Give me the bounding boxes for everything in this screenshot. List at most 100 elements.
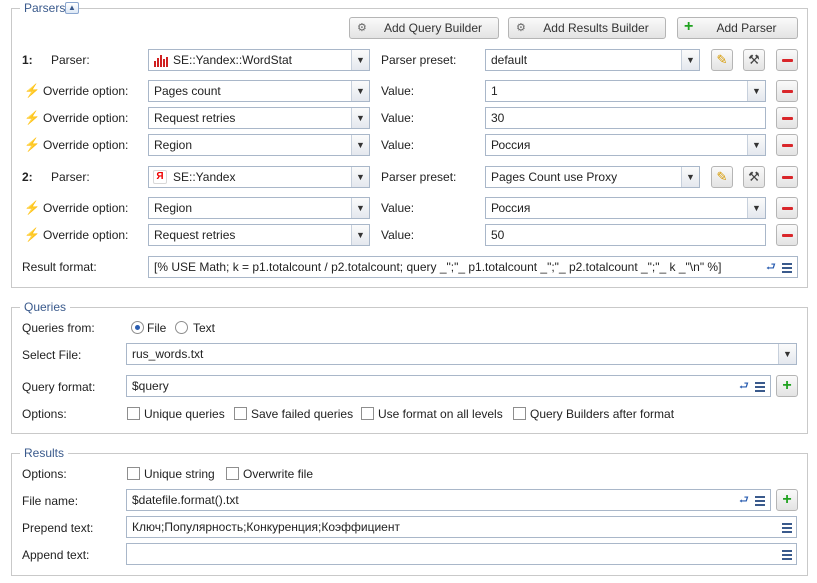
override-option-select[interactable]: Region ▼ bbox=[148, 134, 370, 156]
add-parser-button[interactable]: + Add Parser bbox=[677, 17, 798, 39]
list-icon[interactable] bbox=[779, 518, 795, 536]
chevron-down-icon[interactable]: ▼ bbox=[747, 135, 765, 155]
override-value-select[interactable]: 1 ▼ bbox=[485, 80, 766, 102]
select-file-value: rus_words.txt bbox=[132, 347, 204, 361]
override-label: Override option: bbox=[43, 84, 129, 98]
override-value-select[interactable]: Россия ▼ bbox=[485, 197, 766, 219]
wrap-icon[interactable]: ⮐ bbox=[736, 491, 752, 509]
override-value-select[interactable]: Россия ▼ bbox=[485, 134, 766, 156]
add-query-format-button[interactable]: + bbox=[776, 375, 798, 397]
query-options-label: Options: bbox=[22, 407, 67, 421]
add-query-builder-button[interactable]: ⚙ Add Query Builder bbox=[349, 17, 499, 39]
queries-from-text-radio[interactable] bbox=[175, 321, 188, 334]
prepend-text-label: Prepend text: bbox=[22, 521, 94, 535]
parser-2-preset-label: Parser preset: bbox=[381, 170, 457, 184]
queries-from-file-radio[interactable] bbox=[131, 321, 144, 334]
parser-2-preset-select[interactable]: Pages Count use Proxy ▼ bbox=[485, 166, 700, 188]
add-file-name-button[interactable]: + bbox=[776, 489, 798, 511]
query-builders-after-format-checkbox[interactable] bbox=[513, 407, 526, 420]
parser-1-select[interactable]: SE::Yandex::WordStat ▼ bbox=[148, 49, 370, 71]
remove-override-button[interactable] bbox=[776, 224, 798, 246]
overwrite-file-label: Overwrite file bbox=[243, 467, 314, 481]
remove-override-button[interactable] bbox=[776, 80, 798, 102]
query-format-input[interactable]: $query bbox=[126, 375, 771, 397]
chevron-down-icon[interactable]: ▼ bbox=[351, 225, 369, 245]
tools-icon: ⚒ bbox=[748, 52, 760, 67]
override-option-select[interactable]: Pages count ▼ bbox=[148, 80, 370, 102]
lightning-icon: ⚡ bbox=[24, 137, 41, 152]
remove-override-button[interactable] bbox=[776, 107, 798, 129]
wordstat-icon bbox=[154, 55, 168, 67]
value-label: Value: bbox=[381, 228, 415, 242]
overwrite-file-checkbox[interactable] bbox=[226, 467, 239, 480]
parser-2-label: Parser: bbox=[51, 170, 90, 184]
preset-settings-button[interactable]: ⚒ bbox=[743, 166, 765, 188]
wrap-icon[interactable]: ⮐ bbox=[763, 258, 779, 276]
select-file-label: Select File: bbox=[22, 348, 82, 362]
value-label: Value: bbox=[381, 201, 415, 215]
tools-icon: ⚒ bbox=[748, 169, 760, 184]
override-value: Россия bbox=[491, 201, 531, 215]
file-name-input[interactable]: $datefile.format().txt bbox=[126, 489, 771, 511]
edit-preset-button[interactable]: ✎ bbox=[711, 166, 733, 188]
use-format-all-levels-checkbox[interactable] bbox=[361, 407, 374, 420]
text-option-label: Text bbox=[193, 321, 216, 335]
override-option-value: Region bbox=[154, 201, 193, 215]
chevron-down-icon[interactable]: ▼ bbox=[351, 108, 369, 128]
list-icon[interactable] bbox=[779, 258, 795, 276]
list-icon[interactable] bbox=[752, 491, 768, 509]
chevron-down-icon[interactable]: ▼ bbox=[681, 50, 699, 70]
preset-settings-button[interactable]: ⚒ bbox=[743, 49, 765, 71]
lightning-icon: ⚡ bbox=[24, 110, 41, 125]
unique-queries-checkbox[interactable] bbox=[127, 407, 140, 420]
remove-override-button[interactable] bbox=[776, 197, 798, 219]
parser-1-preset-select[interactable]: default ▼ bbox=[485, 49, 700, 71]
result-format-input[interactable]: [% USE Math; k = p1.totalcount / p2.tota… bbox=[148, 256, 798, 278]
results-builder-icon: ⚙ bbox=[516, 22, 526, 34]
override-option-select[interactable]: Request retries ▼ bbox=[148, 224, 370, 246]
list-icon[interactable] bbox=[752, 377, 768, 395]
chevron-down-icon[interactable]: ▼ bbox=[351, 167, 369, 187]
add-results-builder-button[interactable]: ⚙ Add Results Builder bbox=[508, 17, 666, 39]
file-option-label: File bbox=[147, 321, 167, 335]
override-label: Override option: bbox=[43, 228, 129, 242]
parser-2-number: 2: bbox=[22, 170, 33, 184]
chevron-down-icon[interactable]: ▼ bbox=[747, 198, 765, 218]
override-option-select[interactable]: Region ▼ bbox=[148, 197, 370, 219]
override-option-value: Request retries bbox=[154, 111, 236, 125]
queries-legend: Queries bbox=[20, 300, 71, 314]
chevron-down-icon[interactable]: ▼ bbox=[351, 135, 369, 155]
queries-from-label: Queries from: bbox=[22, 321, 95, 335]
chevron-down-icon[interactable]: ▼ bbox=[351, 81, 369, 101]
override-value-input[interactable]: 30 bbox=[485, 107, 766, 129]
parser-1-preset-label: Parser preset: bbox=[381, 53, 457, 67]
chevron-down-icon[interactable]: ▼ bbox=[351, 198, 369, 218]
chevron-down-icon[interactable]: ▼ bbox=[351, 50, 369, 70]
parsers-legend: Parsers bbox=[20, 1, 70, 15]
chevron-down-icon[interactable]: ▼ bbox=[681, 167, 699, 187]
value-label: Value: bbox=[381, 138, 415, 152]
list-icon[interactable] bbox=[779, 545, 795, 563]
collapse-parsers-button[interactable]: ▲ bbox=[65, 2, 79, 14]
parser-1-label: Parser: bbox=[51, 53, 90, 67]
parser-2-select[interactable]: Я SE::Yandex ▼ bbox=[148, 166, 370, 188]
save-failed-queries-checkbox[interactable] bbox=[234, 407, 247, 420]
chevron-down-icon[interactable]: ▼ bbox=[778, 344, 796, 364]
wrap-icon[interactable]: ⮐ bbox=[736, 377, 752, 395]
override-option-select[interactable]: Request retries ▼ bbox=[148, 107, 370, 129]
override-label: Override option: bbox=[43, 111, 129, 125]
append-text-input[interactable] bbox=[126, 543, 797, 565]
override-option-value: Region bbox=[154, 138, 193, 152]
chevron-down-icon[interactable]: ▼ bbox=[747, 81, 765, 101]
prepend-text-input[interactable]: Ключ;Популярность;Конкуренция;Коэффициен… bbox=[126, 516, 797, 538]
override-value-input[interactable]: 50 bbox=[485, 224, 766, 246]
save-failed-queries-label: Save failed queries bbox=[251, 407, 354, 421]
remove-parser-1-button[interactable] bbox=[776, 49, 798, 71]
select-file-dropdown[interactable]: rus_words.txt ▼ bbox=[126, 343, 797, 365]
remove-override-button[interactable] bbox=[776, 134, 798, 156]
lightning-icon: ⚡ bbox=[24, 83, 41, 98]
remove-parser-2-button[interactable] bbox=[776, 166, 798, 188]
edit-preset-button[interactable]: ✎ bbox=[711, 49, 733, 71]
unique-string-checkbox[interactable] bbox=[127, 467, 140, 480]
parser-2-value: SE::Yandex bbox=[173, 170, 236, 184]
